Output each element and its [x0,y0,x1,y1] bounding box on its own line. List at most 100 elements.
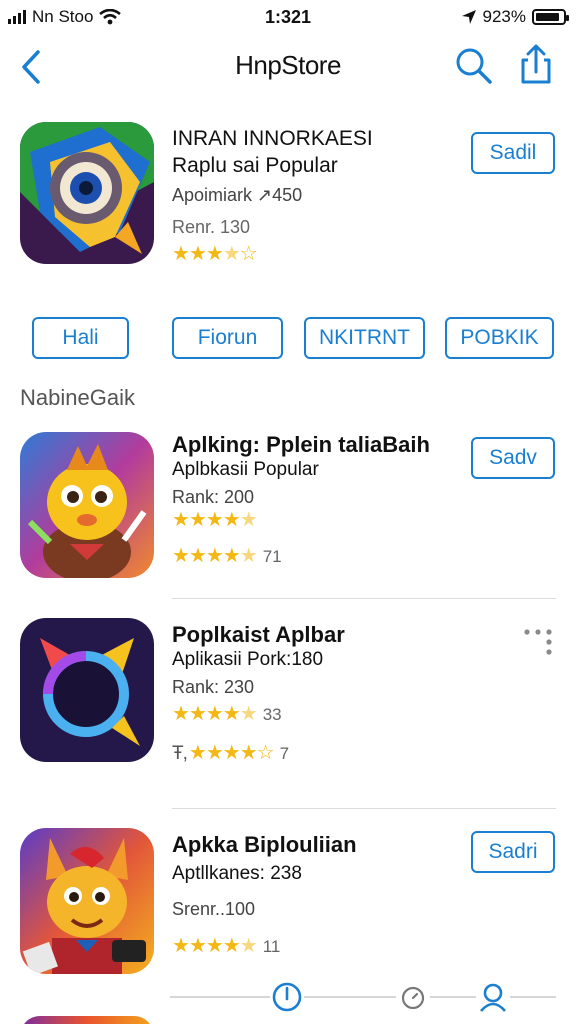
star-icon: ★ [172,243,190,265]
star-icon: ★ [172,545,190,567]
pen-eye-icon [20,122,154,264]
star-icon: ★ [188,703,207,725]
featured-app-subtitle: Raplu sai Popular [172,154,338,177]
app-1-rating-b: ★★★★★ 71 [172,544,430,569]
app-2-rating-b: Ŧ, ★★★★☆ 7 [172,741,345,766]
app-3-icon[interactable] [20,828,154,974]
fox-mascot-icon [20,828,154,974]
nav-bar: HnpStore [0,38,576,96]
app-2-rating-a: ★★★★★ 33 [172,702,345,727]
app-2-rating-a-stars: ★★★★★ [172,703,258,725]
app-2-rating-b-stars: ★★★★☆ [188,742,275,764]
star-icon: ★ [222,243,241,265]
status-bar: Nn Stoo 1:321 923% [0,0,576,34]
star-icon: ★ [188,742,207,764]
app-3-info: Apkka Biplouliian Aptllkanes: 238 Srenr.… [172,832,357,959]
tab-timer[interactable] [396,980,430,1014]
star-icon: ★ [239,935,258,957]
category-button-3[interactable]: NKITRNT [304,317,425,359]
battery-percent: 923% [482,7,526,26]
app-3-get-button[interactable]: Sadri [471,831,555,873]
app-2-name: Poplkaist Aplbar [172,622,345,647]
star-icon: ★ [205,509,224,531]
divider [172,598,556,599]
app-3-rank: Srenr..100 [172,899,256,919]
star-icon: ★ [188,935,207,957]
app-1-rating-count: 71 [262,547,282,566]
star-icon: ★ [222,545,241,567]
category-button-1[interactable]: Hali [32,317,129,359]
app-3-rating-count: 11 [262,937,281,956]
tab-bar [170,978,556,1018]
star-icon: ★ [172,509,190,531]
featured-get-button[interactable]: Sadil [471,132,555,174]
app-3-name: Apkka Biplouliian [172,832,357,857]
featured-app-rank: Renr. 130 [172,217,251,237]
category-button-2[interactable]: Fiorun [172,317,283,359]
app-2-subtitle: Aplikasii Pork:180 [172,649,324,670]
tab-clock[interactable] [270,980,304,1014]
star-icon: ★ [188,545,207,567]
star-icon: ★ [222,935,241,957]
star-icon: ★ [239,545,258,567]
star-icon: ★ [205,935,224,957]
star-icon: ☆ [256,742,275,764]
battery-icon [532,9,569,25]
app-1-icon[interactable] [20,432,154,578]
star-icon: ★ [239,742,258,764]
category-button-4[interactable]: POBKIK [445,317,554,359]
star-icon: ★ [188,243,207,265]
featured-app-icon[interactable] [20,122,154,264]
star-icon: ★ [239,509,258,531]
featured-app-meta: Apoimiark ↗450 [172,185,303,205]
star-icon: ★ [188,509,207,531]
clock-icon [272,982,302,1012]
app-2-info: Poplkaist Aplbar Aplikasii Pork:180 Rank… [172,622,345,766]
app-1-name: Aplking: Pplein taliaBaih [172,432,430,457]
account-icon [480,983,506,1012]
star-icon: ★ [239,703,258,725]
search-button[interactable] [454,46,494,86]
tab-account[interactable] [476,980,510,1014]
star-icon: ★ [172,935,190,957]
app-2-rating-count-b: 7 [279,744,290,763]
star-icon: ★ [205,742,224,764]
featured-app-name: INRAN INNORKAESI [172,127,373,150]
location-arrow-icon [461,10,476,24]
next-app-icon[interactable] [20,1016,154,1024]
star-icon: ★ [205,703,224,725]
star-icon: ★ [172,703,190,725]
app-3-subtitle: Aptllkanes: 238 [172,863,302,884]
app-2-icon[interactable] [20,618,154,762]
star-icon: ★ [222,703,241,725]
share-button[interactable] [516,44,556,86]
star-icon: ★ [222,509,241,531]
section-label: NabineGaik [20,385,135,410]
star-icon: ★ [205,545,224,567]
ring-arrow-icon [20,618,154,762]
star-icon: ★ [222,742,241,764]
app-1-rating-b-stars: ★★★★★ [172,545,258,567]
app-2-rating-prefix: Ŧ, [172,743,188,764]
app-2-rank: Rank: 230 [172,677,255,697]
app-3-rating-stars: ★★★★★ [172,935,258,957]
battery-level [536,13,560,21]
featured-app-rating: ★★★★☆ [172,242,373,266]
app-1-info: Aplking: Pplein taliaBaih Aplbkasii Popu… [172,432,430,569]
app-3-rating: ★★★★★ 11 [172,934,357,959]
star-icon: ☆ [239,243,258,265]
star-icon: ★ [205,243,224,265]
app-1-get-button[interactable]: Sadv [471,437,555,479]
app-1-rating-a: ★★★★★ [172,508,430,532]
app-1-subtitle: Aplbkasii Popular [172,459,319,480]
timer-icon [401,986,425,1010]
share-icon [521,44,551,84]
more-options-button[interactable] [522,626,556,656]
status-right: 923% [461,7,569,27]
app-2-rating-count-a: 33 [262,705,282,724]
app-1-rank: Rank: 200 [172,487,255,507]
featured-app-info: INRAN INNORKAESI Raplu sai Popular Apoim… [172,126,373,266]
mascot-icon [20,432,154,578]
more-dots-icon [524,629,552,655]
search-icon [456,48,492,84]
